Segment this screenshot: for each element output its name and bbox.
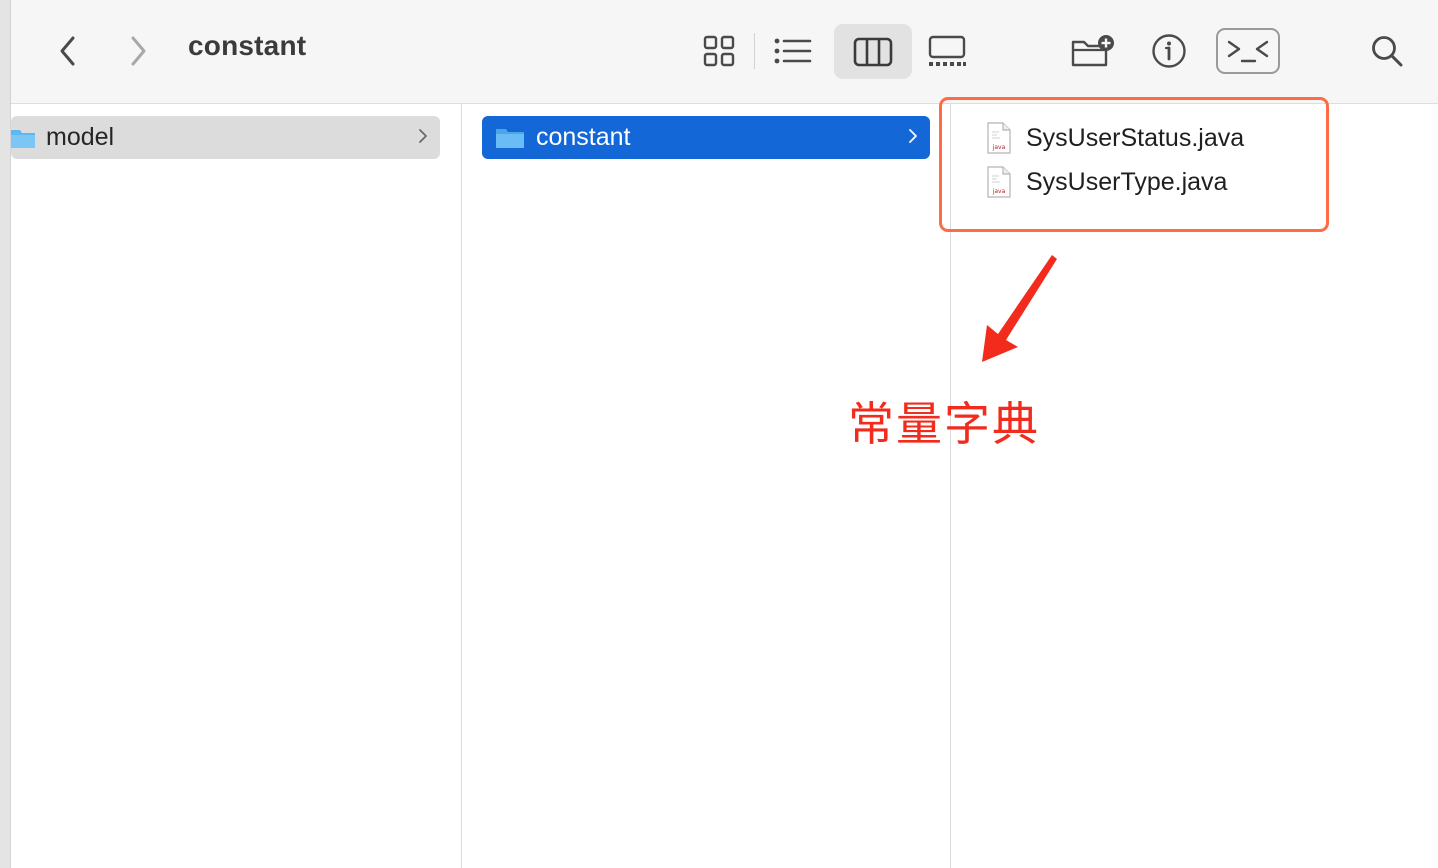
new-folder-button[interactable] [1066,28,1120,74]
folder-icon [496,128,524,148]
annotation-label: 常量字典 [848,397,1040,451]
item-label: constant [536,123,631,151]
window-title: constant [188,30,307,61]
chevron-right-icon [419,129,427,143]
chevron-left-icon [60,36,75,66]
forward-button[interactable] [119,30,157,72]
columns-icon [853,37,893,66]
item-label: model [46,123,115,151]
terminal-icon [1227,40,1269,63]
toolbar-separator [754,33,755,69]
list-icon [774,38,812,64]
list-item-model[interactable]: model [11,116,440,159]
icon-view-button[interactable] [694,28,744,74]
info-button[interactable] [1146,28,1192,74]
column-1: model [11,104,461,868]
terminal-button[interactable] [1216,28,1280,74]
gallery-view-button[interactable] [921,28,973,74]
chevron-right-icon [909,129,917,143]
new-folder-icon [1071,35,1114,67]
finder-window: constant model constant java SysUserStat… [0,0,1438,868]
back-button[interactable] [49,30,87,72]
grid-icon [703,35,735,67]
window-left-edge [0,0,11,868]
chevron-right-icon [131,36,146,66]
gallery-icon [928,35,966,66]
column-2: constant [462,104,950,868]
annotation-highlight-box [939,97,1329,232]
annotation-arrow-icon [982,255,1057,362]
toolbar: constant [11,0,1438,104]
search-button[interactable] [1364,28,1410,74]
list-item-constant[interactable]: constant [482,116,930,159]
info-icon [1152,34,1186,68]
column-view-button[interactable] [834,24,912,79]
folder-icon [11,129,35,148]
search-icon [1372,36,1403,67]
list-view-button[interactable] [766,28,820,74]
